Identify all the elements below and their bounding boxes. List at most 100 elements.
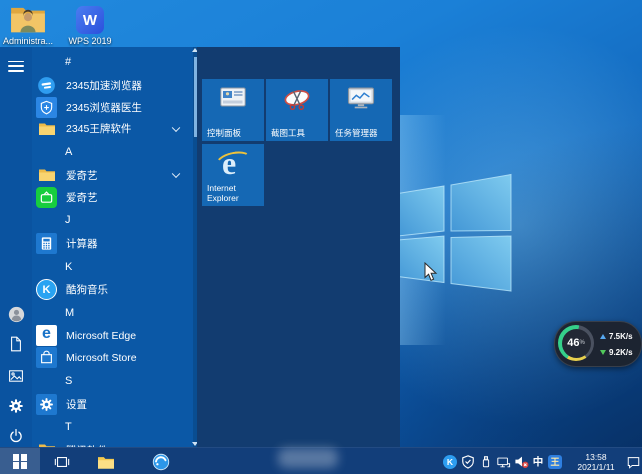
power-button[interactable]	[7, 427, 25, 445]
windows-logo-wallpaper	[393, 168, 518, 298]
download-speed-row: 9.2K/s	[600, 344, 633, 360]
app-item-microsoft-edge[interactable]: e Microsoft Edge	[32, 325, 193, 347]
gear-icon	[8, 398, 24, 414]
edge-e-glyph: e	[42, 325, 51, 343]
app-list-section-header[interactable]: #	[32, 50, 193, 75]
tray-usb-icon[interactable]	[478, 454, 494, 470]
taskbar-clock[interactable]: 13:58 2021/1/11	[568, 448, 624, 474]
folder-icon	[36, 118, 57, 139]
action-center-button[interactable]	[625, 454, 641, 470]
memory-gauge[interactable]: 46%	[558, 325, 594, 361]
app-list-section-header[interactable]: S	[32, 369, 193, 394]
app-item-label: 2345加速浏览器	[66, 78, 142, 93]
pictures-icon	[8, 368, 24, 384]
wps-icon: W	[76, 6, 104, 34]
app-list-section-header[interactable]: K	[32, 254, 193, 279]
task-manager-icon	[330, 87, 392, 110]
tray-network-icon[interactable]	[495, 454, 511, 470]
tile-task-manager[interactable]: 任务管理器	[330, 79, 392, 141]
ime-glyph: 中	[533, 454, 544, 469]
tray-input-method-indicator[interactable]: 中	[530, 454, 546, 470]
chevron-down-icon	[172, 170, 180, 178]
user-account-button[interactable]	[7, 305, 25, 323]
control-panel-icon	[202, 87, 264, 107]
app-folder-tencent-software[interactable]: 腾讯软件	[32, 439, 193, 447]
upload-speed: 7.5K/s	[609, 332, 633, 341]
iqiyi-icon	[36, 187, 57, 208]
app-item-label: 酷狗音乐	[66, 282, 108, 297]
ie-swoosh	[213, 148, 255, 176]
app-folder-iqiyi[interactable]: 爱奇艺	[32, 164, 193, 186]
task-view-button[interactable]	[52, 448, 72, 474]
clock-time: 13:58	[585, 452, 606, 462]
app-item-label: 2345王牌软件	[66, 121, 131, 136]
chevron-down-icon	[172, 124, 180, 132]
tile-label: Internet Explorer	[207, 183, 261, 203]
tray-security-shield-icon[interactable]	[460, 454, 476, 470]
hamburger-icon	[8, 61, 24, 72]
desktop-icon-wps-2019[interactable]: W WPS 2019	[64, 5, 116, 46]
gauge-percent: 46	[567, 337, 579, 349]
app-list-section-header[interactable]: M	[32, 301, 193, 326]
desktop-icon-label: WPS 2019	[64, 36, 116, 46]
net-speed-widget[interactable]: 46% 7.5K/s 9.2K/s	[554, 321, 642, 367]
calculator-icon	[36, 233, 57, 254]
folder-icon	[36, 165, 57, 186]
tile-internet-explorer[interactable]: e Internet Explorer	[202, 144, 264, 206]
tile-control-panel[interactable]: 控制面板	[202, 79, 264, 141]
app-item-label: 爱奇艺	[66, 168, 98, 183]
internet-explorer-icon: e	[202, 149, 264, 185]
upload-speed-row: 7.5K/s	[600, 328, 633, 344]
kugou-k-glyph: K	[43, 284, 51, 296]
app-item-iqiyi[interactable]: 爱奇艺	[32, 186, 193, 208]
file-explorer-button[interactable]	[96, 448, 116, 474]
app-list-section-header[interactable]: T	[32, 415, 193, 440]
desktop-icon-administrator[interactable]: Administra...	[2, 5, 54, 46]
edge-icon: e	[36, 325, 57, 346]
snipping-tool-icon	[266, 87, 328, 111]
windows-logo-icon	[13, 454, 28, 469]
tile-label: 任务管理器	[335, 128, 389, 138]
tray-volume-muted-icon[interactable]	[513, 454, 529, 470]
app-item-kugou-music[interactable]: K 酷狗音乐	[32, 279, 193, 301]
start-button[interactable]	[0, 448, 40, 474]
app-item-label: Microsoft Store	[66, 352, 137, 364]
app-item-label: 计算器	[66, 236, 98, 251]
app-item-label: 设置	[66, 397, 87, 412]
app-item-2345-speed-browser[interactable]: 2345加速浏览器	[32, 75, 193, 97]
documents-button[interactable]	[7, 335, 25, 353]
clock-date: 2021/1/11	[577, 462, 614, 472]
settings-button[interactable]	[7, 397, 25, 415]
tile-snipping-tool[interactable]: 截图工具	[266, 79, 328, 141]
document-icon	[8, 336, 24, 352]
pictures-button[interactable]	[7, 367, 25, 385]
app-item-label: Microsoft Edge	[66, 330, 136, 342]
app-list-section-header[interactable]: J	[32, 208, 193, 233]
gauge-percent-unit: %	[579, 340, 584, 346]
taskbar-watermark-blur	[278, 448, 338, 468]
tray-kugou-icon[interactable]: K	[442, 454, 458, 470]
app-item-microsoft-store[interactable]: Microsoft Store	[32, 347, 193, 369]
windows-desktop: Administra... W WPS 2019	[0, 0, 642, 474]
wps-w-glyph: W	[83, 12, 97, 29]
2345-browser-icon	[152, 453, 170, 471]
app-item-2345-browser-doctor[interactable]: 2345浏览器医生	[32, 96, 193, 118]
app-item-calculator[interactable]: 计算器	[32, 232, 193, 254]
app-item-label: 爱奇艺	[66, 190, 98, 205]
start-menu: # 2345加速浏览器 2345浏览	[0, 47, 400, 447]
download-arrow-icon	[600, 350, 606, 355]
expand-menu-button[interactable]	[7, 57, 25, 75]
user-avatar-icon	[8, 306, 25, 323]
app-item-settings[interactable]: 设置	[32, 393, 193, 415]
user-folder-icon	[9, 5, 47, 35]
2345-browser-button[interactable]	[150, 448, 172, 474]
gear-icon	[36, 394, 57, 415]
task-view-icon	[54, 454, 70, 470]
tray-2345-wang-icon[interactable]: 王	[547, 454, 563, 470]
2345-speed-browser-icon	[36, 75, 57, 96]
desktop-icon-label: Administra...	[2, 36, 54, 46]
app-item-label: 2345浏览器医生	[66, 100, 142, 115]
app-list-section-header[interactable]: A	[32, 140, 193, 165]
app-folder-2345-software[interactable]: 2345王牌软件	[32, 118, 193, 140]
kugou-k-glyph: K	[447, 457, 453, 467]
